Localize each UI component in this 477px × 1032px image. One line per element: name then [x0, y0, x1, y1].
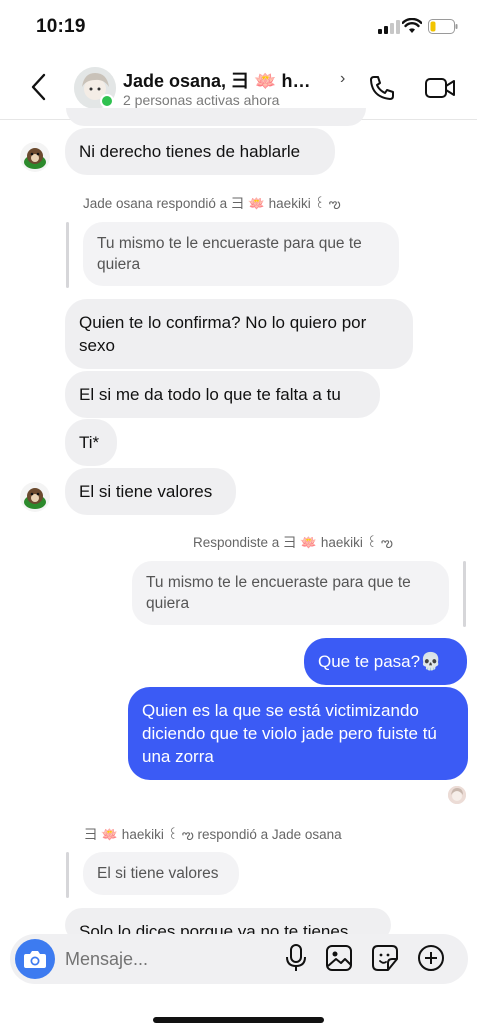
quoted-text: El si tiene valores — [97, 865, 219, 882]
message-text: Que te pasa?💀 — [318, 652, 442, 671]
sticker-icon[interactable] — [370, 942, 400, 974]
message-bubble-incoming[interactable]: El si tiene valores — [65, 468, 236, 515]
image-icon[interactable] — [324, 942, 354, 974]
message-text: Ni derecho tienes de hablarle — [79, 142, 301, 161]
avatar-image — [20, 482, 50, 512]
quoted-message[interactable]: Tu mismo te le encueraste para que te qu… — [83, 222, 399, 286]
reply-meta: Respondiste a ⺕ 🪷 haekiki ꒰ ఌ — [193, 535, 393, 550]
battery-icon — [428, 19, 458, 34]
wifi-icon — [402, 18, 422, 33]
online-indicator — [100, 94, 114, 108]
quoted-text: Tu mismo te le encueraste para que te qu… — [146, 574, 411, 612]
quoted-message[interactable]: El si tiene valores — [83, 852, 239, 895]
microphone-icon[interactable] — [281, 942, 311, 974]
message-bubble-incoming[interactable]: El si me da todo lo que te falta a tu — [65, 371, 380, 418]
message-bubble-outgoing[interactable]: Que te pasa?💀 — [304, 638, 467, 685]
reply-meta: Jade osana respondió a ⺕ 🪷 haekiki ꒰ ఌ — [83, 196, 341, 211]
message-text: Quien es la que se está victimizando dic… — [142, 701, 437, 766]
sender-avatar[interactable] — [20, 482, 50, 512]
avatar-image — [20, 142, 50, 172]
message-text: El si me da todo lo que te falta a tu — [79, 385, 341, 404]
camera-icon — [24, 951, 46, 968]
active-status: 2 personas activas ahora — [123, 92, 280, 108]
home-indicator[interactable] — [153, 1017, 324, 1023]
chevron-right-icon[interactable]: › — [340, 70, 345, 88]
reply-quote-bar — [66, 852, 69, 898]
seen-avatar — [448, 786, 466, 804]
camera-button[interactable] — [15, 939, 55, 979]
reply-quote-bar — [463, 561, 466, 627]
signal-icon — [378, 20, 400, 34]
video-camera-icon[interactable] — [424, 74, 456, 102]
chat-title[interactable]: Jade osana, ⺕ 🪷 h… — [123, 67, 338, 93]
message-text: Ti* — [79, 433, 100, 452]
message-bubble-partial — [66, 108, 366, 126]
reply-meta: ⺕ 🪷 haekiki ꒰ ఌ respondió a Jade osana — [84, 827, 342, 842]
message-bubble-incoming[interactable]: Ni derecho tienes de hablarle — [65, 128, 335, 175]
plus-circle-icon[interactable] — [416, 942, 446, 974]
reply-quote-bar — [66, 222, 69, 288]
sender-avatar[interactable] — [20, 142, 50, 172]
phone-icon[interactable] — [368, 74, 396, 102]
quoted-text: Tu mismo te le encueraste para que te qu… — [97, 235, 362, 273]
quoted-message[interactable]: Tu mismo te le encueraste para que te qu… — [132, 561, 449, 625]
message-bubble-incoming[interactable]: Ti* — [65, 419, 117, 466]
avatar-image — [448, 786, 466, 804]
message-bubble-incoming[interactable]: Quien te lo confirma? No lo quiero por s… — [65, 299, 413, 369]
status-time: 10:19 — [36, 16, 86, 37]
message-text: Quien te lo confirma? No lo quiero por s… — [79, 313, 367, 355]
back-chevron-icon[interactable] — [28, 72, 50, 102]
message-bubble-outgoing[interactable]: Quien es la que se está victimizando dic… — [128, 687, 468, 780]
message-input[interactable] — [65, 946, 265, 972]
status-bar: 10:19 — [0, 0, 477, 54]
message-text: El si tiene valores — [79, 482, 213, 501]
